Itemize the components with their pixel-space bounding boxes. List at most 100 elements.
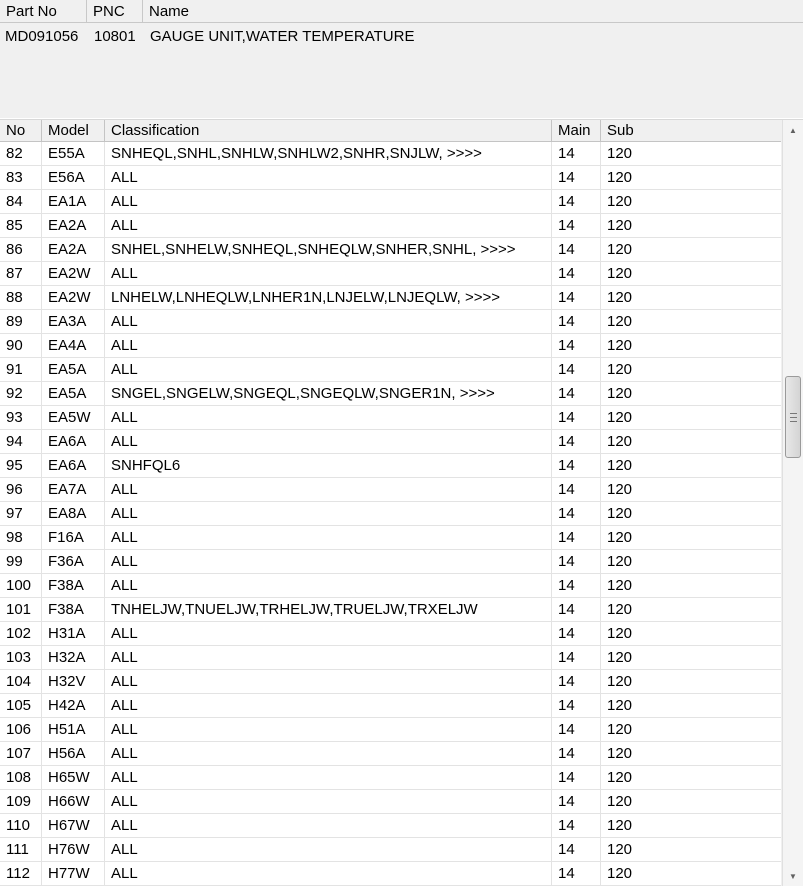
cell-sub[interactable]: 120 <box>601 238 781 261</box>
part-name-value[interactable]: GAUGE UNIT,WATER TEMPERATURE <box>150 25 414 49</box>
cell-model[interactable]: H42A <box>42 694 105 717</box>
cell-main[interactable]: 14 <box>552 646 601 669</box>
table-row[interactable]: 107 H56A ALL 14 120 <box>0 742 781 766</box>
cell-no[interactable]: 109 <box>0 790 42 813</box>
cell-main[interactable]: 14 <box>552 358 601 381</box>
table-row[interactable]: 98 F16A ALL 14 120 <box>0 526 781 550</box>
cell-classification[interactable]: ALL <box>105 766 552 789</box>
cell-classification[interactable]: SNHEL,SNHELW,SNHEQL,SNHEQLW,SNHER,SNHL, … <box>105 238 552 261</box>
cell-sub[interactable]: 120 <box>601 862 781 885</box>
table-row[interactable]: 104 H32V ALL 14 120 <box>0 670 781 694</box>
cell-sub[interactable]: 120 <box>601 838 781 861</box>
cell-model[interactable]: H77W <box>42 862 105 885</box>
table-row[interactable]: 97 EA8A ALL 14 120 <box>0 502 781 526</box>
table-row[interactable]: 87 EA2W ALL 14 120 <box>0 262 781 286</box>
table-row[interactable]: 112 H77W ALL 14 120 <box>0 862 781 886</box>
cell-sub[interactable]: 120 <box>601 310 781 333</box>
cell-sub[interactable]: 120 <box>601 382 781 405</box>
cell-model[interactable]: EA1A <box>42 190 105 213</box>
cell-sub[interactable]: 120 <box>601 670 781 693</box>
table-row[interactable]: 108 H65W ALL 14 120 <box>0 766 781 790</box>
cell-classification[interactable]: ALL <box>105 622 552 645</box>
cell-sub[interactable]: 120 <box>601 478 781 501</box>
cell-model[interactable]: H76W <box>42 838 105 861</box>
cell-main[interactable]: 14 <box>552 142 601 165</box>
cell-classification[interactable]: SNHEQL,SNHL,SNHLW,SNHLW2,SNHR,SNJLW, >>>… <box>105 142 552 165</box>
cell-main[interactable]: 14 <box>552 310 601 333</box>
table-row[interactable]: 105 H42A ALL 14 120 <box>0 694 781 718</box>
cell-classification[interactable]: ALL <box>105 334 552 357</box>
header-main[interactable]: Main <box>552 120 601 142</box>
cell-no[interactable]: 86 <box>0 238 42 261</box>
cell-classification[interactable]: TNHELJW,TNUELJW,TRHELJW,TRUELJW,TRXELJW <box>105 598 552 621</box>
cell-main[interactable]: 14 <box>552 742 601 765</box>
cell-classification[interactable]: ALL <box>105 550 552 573</box>
cell-classification[interactable]: LNHELW,LNHEQLW,LNHER1N,LNJELW,LNJEQLW, >… <box>105 286 552 309</box>
cell-sub[interactable]: 120 <box>601 766 781 789</box>
cell-classification[interactable]: ALL <box>105 358 552 381</box>
cell-sub[interactable]: 120 <box>601 454 781 477</box>
header-sub[interactable]: Sub <box>601 120 781 142</box>
table-row[interactable]: 94 EA6A ALL 14 120 <box>0 430 781 454</box>
cell-main[interactable]: 14 <box>552 862 601 885</box>
cell-main[interactable]: 14 <box>552 598 601 621</box>
cell-sub[interactable]: 120 <box>601 502 781 525</box>
table-row[interactable]: 103 H32A ALL 14 120 <box>0 646 781 670</box>
header-pnc[interactable]: PNC <box>87 0 143 23</box>
cell-model[interactable]: F38A <box>42 598 105 621</box>
cell-model[interactable]: EA5A <box>42 358 105 381</box>
cell-main[interactable]: 14 <box>552 190 601 213</box>
header-model[interactable]: Model <box>42 120 105 142</box>
cell-classification[interactable]: ALL <box>105 694 552 717</box>
cell-no[interactable]: 93 <box>0 406 42 429</box>
cell-no[interactable]: 108 <box>0 766 42 789</box>
cell-classification[interactable]: ALL <box>105 742 552 765</box>
cell-main[interactable]: 14 <box>552 286 601 309</box>
cell-no[interactable]: 88 <box>0 286 42 309</box>
cell-sub[interactable]: 120 <box>601 598 781 621</box>
cell-model[interactable]: E56A <box>42 166 105 189</box>
cell-main[interactable]: 14 <box>552 238 601 261</box>
cell-classification[interactable]: ALL <box>105 478 552 501</box>
cell-classification[interactable]: ALL <box>105 838 552 861</box>
cell-classification[interactable]: ALL <box>105 406 552 429</box>
cell-main[interactable]: 14 <box>552 694 601 717</box>
cell-classification[interactable]: ALL <box>105 310 552 333</box>
cell-sub[interactable]: 120 <box>601 742 781 765</box>
cell-no[interactable]: 92 <box>0 382 42 405</box>
cell-model[interactable]: F36A <box>42 550 105 573</box>
cell-no[interactable]: 97 <box>0 502 42 525</box>
cell-no[interactable]: 105 <box>0 694 42 717</box>
cell-no[interactable]: 103 <box>0 646 42 669</box>
table-row[interactable]: 102 H31A ALL 14 120 <box>0 622 781 646</box>
cell-sub[interactable]: 120 <box>601 334 781 357</box>
cell-sub[interactable]: 120 <box>601 550 781 573</box>
cell-no[interactable]: 89 <box>0 310 42 333</box>
cell-classification[interactable]: ALL <box>105 790 552 813</box>
cell-main[interactable]: 14 <box>552 454 601 477</box>
cell-model[interactable]: EA7A <box>42 478 105 501</box>
table-row[interactable]: 92 EA5A SNGEL,SNGELW,SNGEQL,SNGEQLW,SNGER1… <box>0 382 781 406</box>
cell-no[interactable]: 98 <box>0 526 42 549</box>
cell-main[interactable]: 14 <box>552 166 601 189</box>
table-row[interactable]: 110 H67W ALL 14 120 <box>0 814 781 838</box>
cell-no[interactable]: 110 <box>0 814 42 837</box>
cell-model[interactable]: EA3A <box>42 310 105 333</box>
header-classification[interactable]: Classification <box>105 120 552 142</box>
cell-sub[interactable]: 120 <box>601 718 781 741</box>
table-row[interactable]: 82 E55A SNHEQL,SNHL,SNHLW,SNHLW2,SNHR,SNJL… <box>0 142 781 166</box>
header-name[interactable]: Name <box>143 0 803 23</box>
cell-model[interactable]: EA2W <box>42 262 105 285</box>
cell-model[interactable]: H32A <box>42 646 105 669</box>
scroll-down-arrow-icon[interactable]: ▼ <box>785 868 801 884</box>
cell-classification[interactable]: ALL <box>105 502 552 525</box>
cell-no[interactable]: 99 <box>0 550 42 573</box>
cell-classification[interactable]: ALL <box>105 574 552 597</box>
cell-sub[interactable]: 120 <box>601 526 781 549</box>
cell-sub[interactable]: 120 <box>601 622 781 645</box>
table-row[interactable]: 109 H66W ALL 14 120 <box>0 790 781 814</box>
cell-classification[interactable]: ALL <box>105 166 552 189</box>
table-row[interactable]: 93 EA5W ALL 14 120 <box>0 406 781 430</box>
cell-sub[interactable]: 120 <box>601 430 781 453</box>
table-row[interactable]: 95 EA6A SNHFQL6 14 120 <box>0 454 781 478</box>
